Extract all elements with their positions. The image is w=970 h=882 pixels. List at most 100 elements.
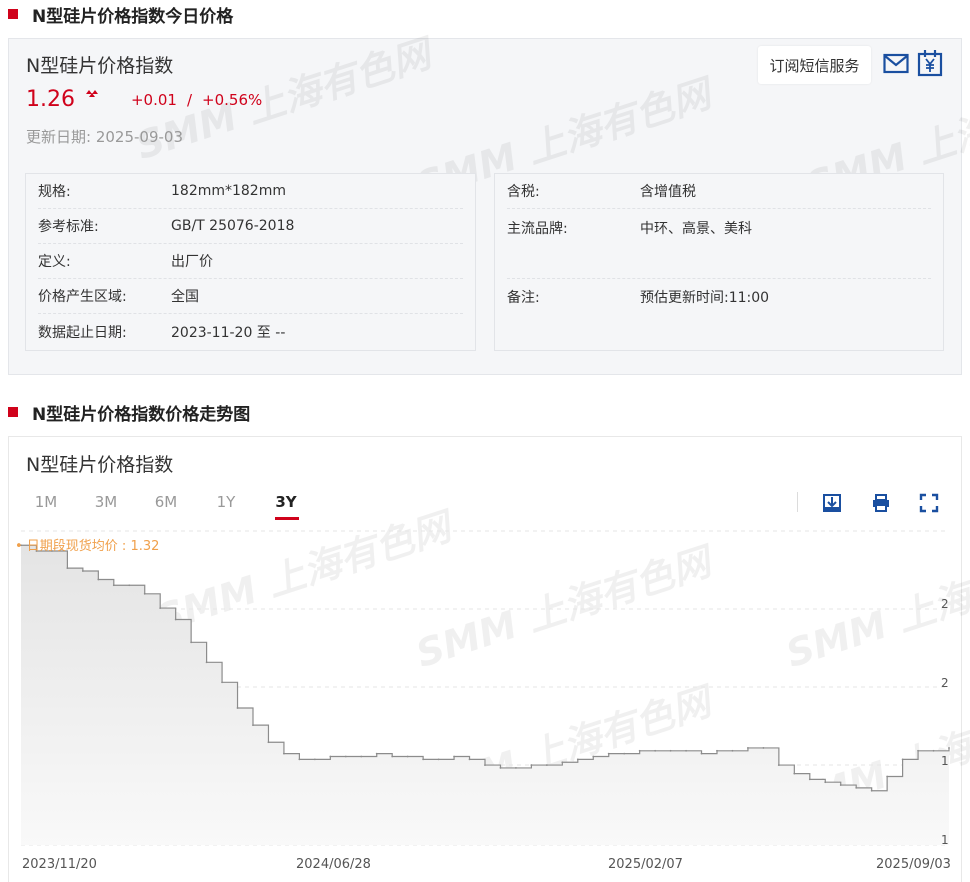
spec-info-left: 规格: 182mm*182mm 参考标准: GB/T 25076-2018 定义… xyxy=(25,173,476,351)
price-data-point xyxy=(66,567,69,570)
info-key: 参考标准: xyxy=(38,219,99,235)
info-key: 数据起止日期: xyxy=(38,324,127,341)
update-label: 更新日期: xyxy=(26,128,92,146)
price-data-point xyxy=(81,570,84,572)
info-row: 参考标准: GB/T 25076-2018 xyxy=(38,209,463,244)
x-axis-label: 2025/02/07 xyxy=(608,857,683,872)
y-tick-label: 1 xyxy=(941,754,949,768)
x-axis-label: 2023/11/20 xyxy=(22,857,97,872)
price-data-point xyxy=(515,767,517,769)
price-area-fill xyxy=(21,545,949,845)
info-key: 含税: xyxy=(507,184,540,200)
y-tick-label: 2 xyxy=(941,676,949,690)
info-row: 含税: 含增值税 xyxy=(507,174,931,209)
price-data-point xyxy=(777,764,780,766)
price-data-point xyxy=(190,641,193,644)
price-data-point xyxy=(530,764,533,766)
price-data-point xyxy=(685,749,687,752)
price-data-point xyxy=(638,749,641,752)
price-data-point xyxy=(422,758,425,761)
price-separator: / xyxy=(186,90,193,109)
price-data-point xyxy=(252,724,254,727)
price-data-point xyxy=(824,781,827,784)
info-value: 出厂价 xyxy=(171,254,213,270)
price-data-point xyxy=(623,752,626,755)
info-value: 含增值税 xyxy=(640,184,696,200)
price-data-point xyxy=(437,758,440,761)
subscribe-sms-button[interactable]: 订阅短信服务 xyxy=(758,46,871,84)
info-value: GB/T 25076-2018 xyxy=(171,218,295,234)
y-tick-label: 2 xyxy=(941,597,949,611)
info-row: 备注: 预估更新时间:11:00 xyxy=(507,279,931,314)
price-data-point xyxy=(607,752,610,755)
price-data-point xyxy=(344,755,347,758)
price-data-point xyxy=(221,681,223,684)
price-data-point xyxy=(886,775,889,778)
price-data-point xyxy=(545,764,548,766)
price-data-point xyxy=(453,755,455,758)
section-heading-today-price: N型硅片价格指数今日价格 xyxy=(8,2,234,27)
price-data-point xyxy=(901,758,904,761)
up-arrows-icon xyxy=(85,88,99,101)
info-value: 中环、高景、美科 xyxy=(640,221,752,237)
spec-info-right: 含税: 含增值税 主流品牌: 中环、高景、美科 备注: 预估更新时间:11:00 xyxy=(494,173,944,351)
info-value: 182mm*182mm xyxy=(171,183,286,199)
info-row: 主流品牌: 中环、高景、美科 xyxy=(507,209,931,279)
price-data-point xyxy=(468,758,471,761)
price-row: 1.26 +0.01 / +0.56% xyxy=(26,87,262,112)
info-row: 规格: 182mm*182mm xyxy=(38,174,463,209)
price-data-point xyxy=(128,584,131,587)
price-change: +0.01 xyxy=(130,90,177,109)
price-data-point xyxy=(762,747,765,749)
price-data-point xyxy=(932,749,935,752)
price-data-point xyxy=(406,755,409,758)
info-value: 预估更新时间:11:00 xyxy=(640,289,770,306)
current-price: 1.26 xyxy=(26,87,75,112)
price-data-point xyxy=(917,749,919,752)
price-data-point xyxy=(700,752,703,755)
price-data-point xyxy=(391,755,394,758)
price-data-point xyxy=(329,755,332,758)
info-row: 数据起止日期: 2023-11-20 至 -- xyxy=(38,314,463,349)
info-value: 全国 xyxy=(171,289,199,305)
price-data-point xyxy=(159,607,162,609)
price-data-point xyxy=(716,749,718,752)
info-row: 定义: 出厂价 xyxy=(38,244,463,279)
info-key: 规格: xyxy=(38,184,71,200)
price-data-point xyxy=(313,758,316,761)
red-square-marker xyxy=(8,407,18,417)
price-data-point xyxy=(112,584,115,587)
info-key: 价格产生区域: xyxy=(38,289,127,305)
price-data-point xyxy=(592,755,595,758)
mail-icon[interactable] xyxy=(883,52,909,76)
price-data-point xyxy=(236,707,239,709)
price-data-point xyxy=(298,758,301,761)
price-info-card: SMM 上海有色网 SMM 上海有色网 SMM 上海有色网 N型硅片价格指数 1… xyxy=(8,32,970,375)
price-calendar-icon[interactable] xyxy=(917,49,943,77)
price-data-point xyxy=(97,578,100,581)
section-title: N型硅片价格指数今日价格 xyxy=(32,6,234,27)
price-data-point xyxy=(283,752,285,755)
info-key: 主流品牌: xyxy=(507,221,568,237)
price-data-point xyxy=(267,741,270,744)
update-date-row: 更新日期: 2025-09-03 xyxy=(26,126,183,147)
red-square-marker xyxy=(8,9,18,19)
price-data-point xyxy=(360,755,363,758)
price-data-point xyxy=(143,592,146,595)
price-data-point xyxy=(174,618,177,621)
price-data-point xyxy=(561,761,564,764)
y-tick-label: 1 xyxy=(941,833,949,847)
section-title: N型硅片价格指数价格走势图 xyxy=(32,404,251,425)
section-heading-price-trend: N型硅片价格指数价格走势图 xyxy=(8,400,251,425)
price-data-point xyxy=(205,661,208,664)
price-data-point xyxy=(499,767,502,769)
price-data-point xyxy=(484,764,486,766)
price-data-point xyxy=(747,747,749,749)
info-value: 2023-11-20 至 -- xyxy=(171,324,286,341)
price-data-point xyxy=(654,749,657,752)
price-data-point xyxy=(855,787,858,789)
info-key: 定义: xyxy=(38,254,71,270)
price-data-point xyxy=(948,747,950,749)
price-data-point xyxy=(839,784,842,786)
price-data-point xyxy=(731,749,734,752)
